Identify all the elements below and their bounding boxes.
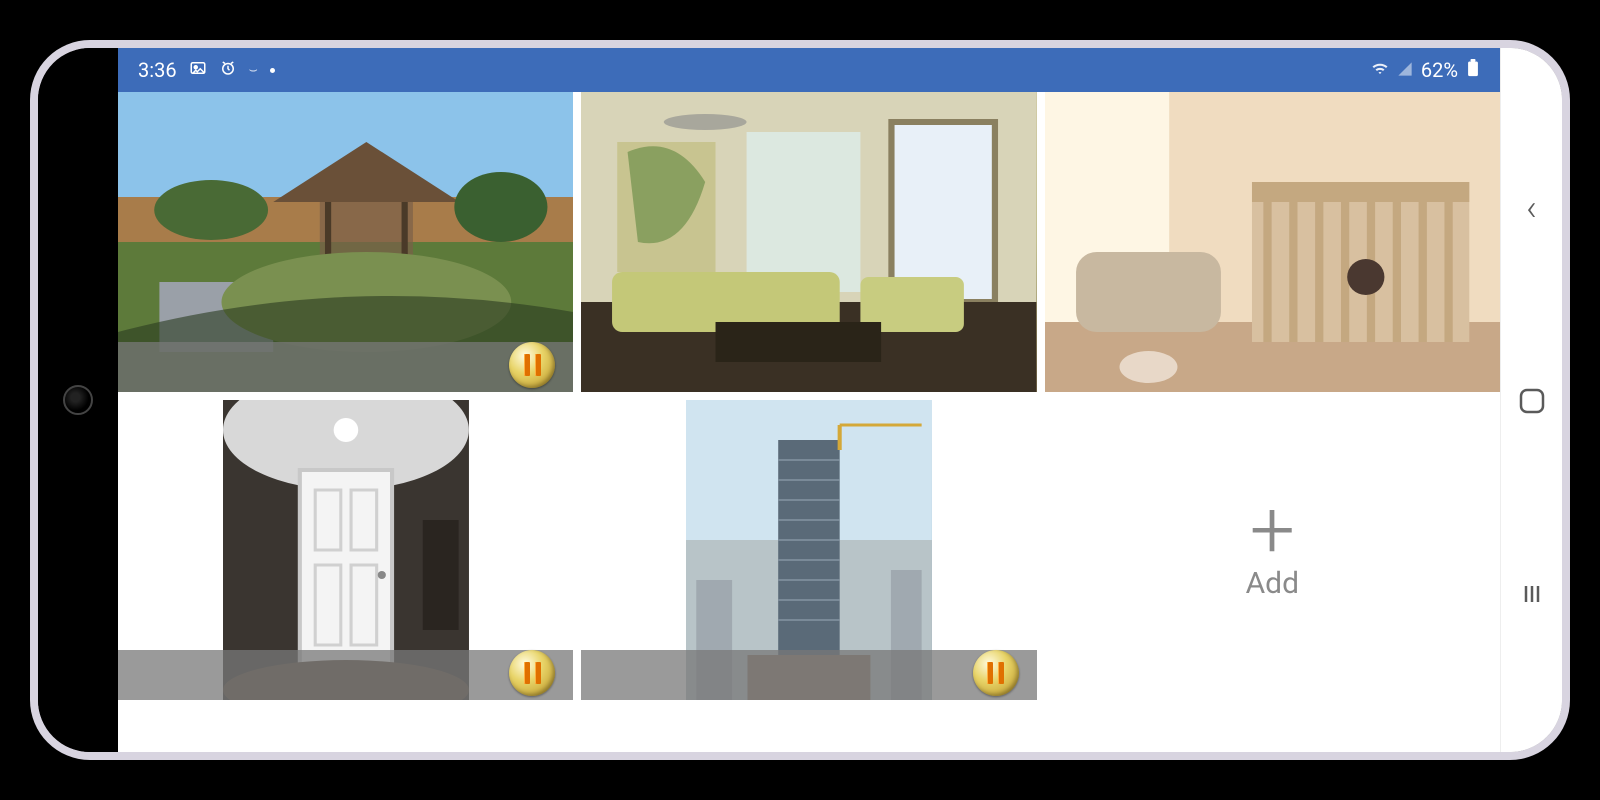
camera-tile-nursery[interactable] (1045, 92, 1500, 392)
image-icon (189, 58, 207, 82)
camera-tile-front-door[interactable] (118, 400, 573, 700)
camera-tile-living-room[interactable] (581, 92, 1036, 392)
battery-percent: 62% (1421, 58, 1458, 82)
pause-icon (998, 662, 1004, 684)
pause-icon (524, 662, 530, 684)
camera-thumb (581, 92, 1036, 392)
pause-icon (535, 662, 541, 684)
nav-recent-icon[interactable] (1520, 580, 1544, 613)
pause-icon (524, 354, 530, 376)
pause-button[interactable] (973, 650, 1019, 696)
status-time: 3:36 (138, 58, 177, 82)
nav-back-icon[interactable]: ‹ (1526, 187, 1537, 229)
pause-button[interactable] (509, 650, 555, 696)
camera-tile-construction[interactable] (581, 400, 1036, 700)
phone-bezel (38, 48, 118, 752)
add-camera-button[interactable]: + Add (1045, 400, 1500, 700)
plus-icon: + (1250, 500, 1295, 560)
tile-footer (118, 342, 573, 392)
content-area: 3:36 ⌣ (118, 48, 1500, 752)
camera-grid: + Add (118, 92, 1500, 700)
tile-footer (118, 650, 573, 700)
tile-footer (581, 650, 1036, 700)
front-camera-dot (63, 385, 93, 415)
screen: 3:36 ⌣ (118, 48, 1562, 752)
camera-tile-backyard[interactable] (118, 92, 573, 392)
status-bar: 3:36 ⌣ (118, 48, 1500, 92)
link-icon: ⌣ (249, 62, 258, 78)
alarm-icon (219, 58, 237, 82)
dot-indicator (270, 68, 275, 73)
pause-button[interactable] (509, 342, 555, 388)
signal-icon (1397, 58, 1413, 82)
nav-home-icon[interactable] (1519, 388, 1545, 421)
camera-grid-wrap: + Add (118, 92, 1500, 752)
pause-icon (535, 354, 541, 376)
phone-frame: 3:36 ⌣ (30, 40, 1570, 760)
pause-icon (987, 662, 993, 684)
battery-icon (1466, 58, 1480, 82)
camera-thumb (1045, 92, 1500, 392)
system-nav-bar: ‹ (1500, 48, 1562, 752)
wifi-icon (1371, 58, 1389, 82)
add-label: Add (1246, 566, 1299, 601)
phone-inner: 3:36 ⌣ (38, 48, 1562, 752)
status-right: 62% (1371, 58, 1480, 82)
status-left: 3:36 ⌣ (138, 58, 275, 82)
